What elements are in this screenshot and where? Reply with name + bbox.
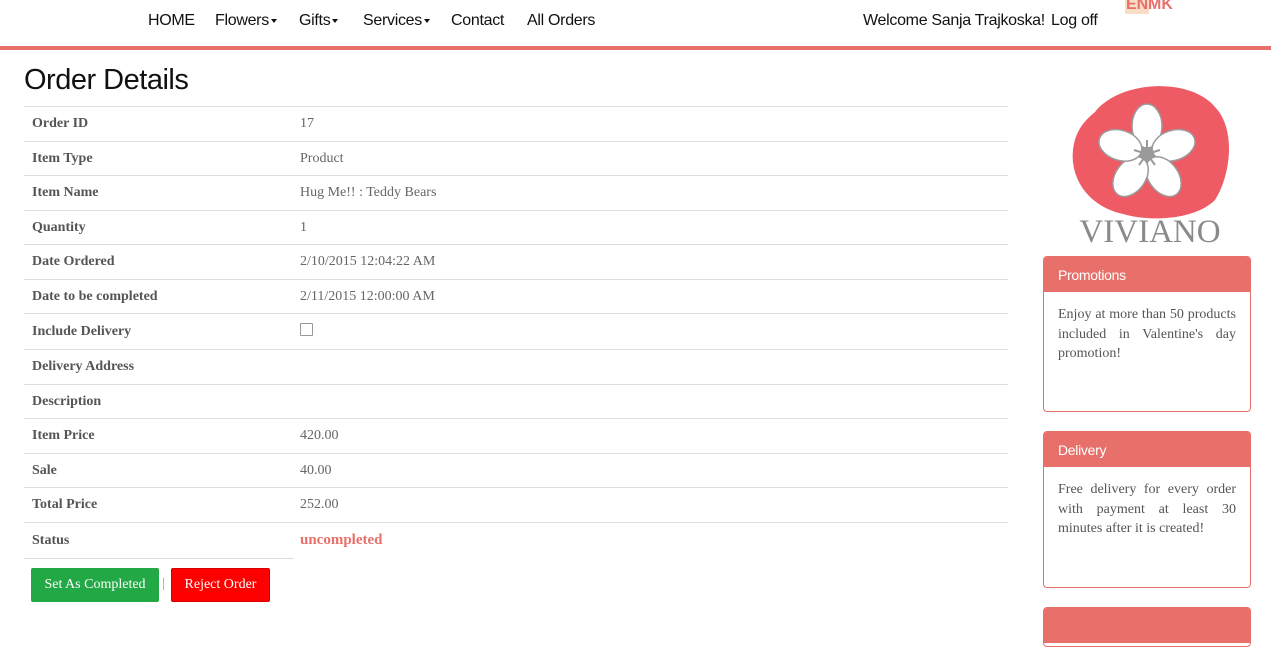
nav-gifts-dropdown[interactable]: Gifts: [299, 12, 339, 30]
table-row: Quantity 1: [24, 210, 1008, 245]
reject-order-button[interactable]: Reject Order: [171, 568, 270, 602]
button-separator: |: [162, 576, 165, 591]
table-row: Sale 40.00: [24, 453, 1008, 488]
nav-contact[interactable]: Contact: [451, 12, 504, 30]
row-label: Include Delivery: [24, 313, 292, 350]
row-value: [292, 384, 1008, 419]
row-label: Status: [24, 522, 292, 559]
logoff-link[interactable]: Log off: [1051, 12, 1098, 30]
table-row: Include Delivery: [24, 313, 1008, 350]
row-value: 1: [292, 210, 1008, 245]
row-label: Order ID: [24, 106, 292, 142]
row-value: Product: [292, 141, 1008, 176]
welcome-user-link[interactable]: Welcome Sanja Trajkoska!: [863, 12, 1045, 30]
row-value: 40.00: [292, 453, 1008, 488]
caret-down-icon: [270, 18, 277, 23]
row-label: Date to be completed: [24, 279, 292, 314]
table-row: Date Ordered 2/10/2015 12:04:22 AM: [24, 244, 1008, 280]
row-value: 252.00: [292, 487, 1008, 523]
status-badge: uncompleted: [292, 522, 1008, 559]
lang-mk-link[interactable]: MK: [1148, 0, 1173, 14]
row-value: [292, 313, 1008, 350]
row-label: Date Ordered: [24, 244, 292, 280]
row-label: Item Name: [24, 175, 292, 211]
table-row: Order ID 17: [24, 106, 1008, 142]
row-label: Quantity: [24, 210, 292, 245]
logo-text: VIVIANO: [1079, 214, 1220, 250]
row-value: Hug Me!! : Teddy Bears: [292, 175, 1008, 211]
nav-home[interactable]: HOME: [148, 12, 195, 30]
nav-services-dropdown[interactable]: Services: [363, 12, 430, 30]
nav-gifts-label: Gifts: [299, 12, 331, 29]
top-navbar: HOME Flowers Gifts Services Contact All …: [0, 0, 1271, 50]
page-title: Order Details: [24, 64, 189, 96]
row-value: [292, 349, 1008, 385]
row-label: Description: [24, 384, 292, 419]
table-row: Date to be completed 2/11/2015 12:00:00 …: [24, 279, 1008, 314]
row-label: Total Price: [24, 487, 292, 523]
table-row: Item Price 420.00: [24, 418, 1008, 454]
row-value: 17: [292, 106, 1008, 142]
delivery-title: Delivery: [1044, 432, 1250, 467]
viviano-logo: VIVIANO: [1072, 86, 1229, 250]
partial-panel: [1043, 607, 1251, 647]
table-row: Status uncompleted: [24, 522, 1008, 559]
promotions-title: Promotions: [1044, 257, 1250, 292]
delivery-panel: Delivery Free delivery for every order w…: [1043, 431, 1251, 588]
row-label: Sale: [24, 453, 292, 488]
table-row: Item Name Hug Me!! : Teddy Bears: [24, 175, 1008, 211]
table-row: Delivery Address: [24, 349, 1008, 385]
table-row: Item Type Product: [24, 141, 1008, 176]
row-label: Delivery Address: [24, 349, 292, 385]
row-value: 2/10/2015 12:04:22 AM: [292, 244, 1008, 280]
nav-flowers-dropdown[interactable]: Flowers: [215, 12, 277, 30]
nav-flowers-label: Flowers: [215, 12, 269, 29]
table-row: Total Price 252.00: [24, 487, 1008, 523]
partial-panel-head: [1044, 608, 1250, 643]
caret-down-icon: [423, 18, 430, 23]
lang-en-link[interactable]: EN: [1125, 0, 1150, 14]
promotions-body: Enjoy at more than 50 products included …: [1058, 307, 1236, 361]
row-value: 2/11/2015 12:00:00 AM: [292, 279, 1008, 314]
row-label: Item Type: [24, 141, 292, 176]
table-row: Description: [24, 384, 1008, 419]
set-as-completed-button[interactable]: Set As Completed: [31, 568, 159, 602]
nav-all-orders[interactable]: All Orders: [527, 12, 595, 30]
delivery-body: Free delivery for every order with payme…: [1058, 482, 1236, 536]
caret-down-icon: [332, 18, 339, 23]
row-value: 420.00: [292, 418, 1008, 454]
row-label: Item Price: [24, 418, 292, 454]
order-details-table: Order ID 17 Item Type Product Item Name …: [24, 106, 1008, 559]
include-delivery-checkbox[interactable]: [300, 322, 313, 336]
divider: [24, 558, 294, 559]
nav-services-label: Services: [363, 12, 422, 29]
promotions-panel: Promotions Enjoy at more than 50 product…: [1043, 256, 1251, 412]
